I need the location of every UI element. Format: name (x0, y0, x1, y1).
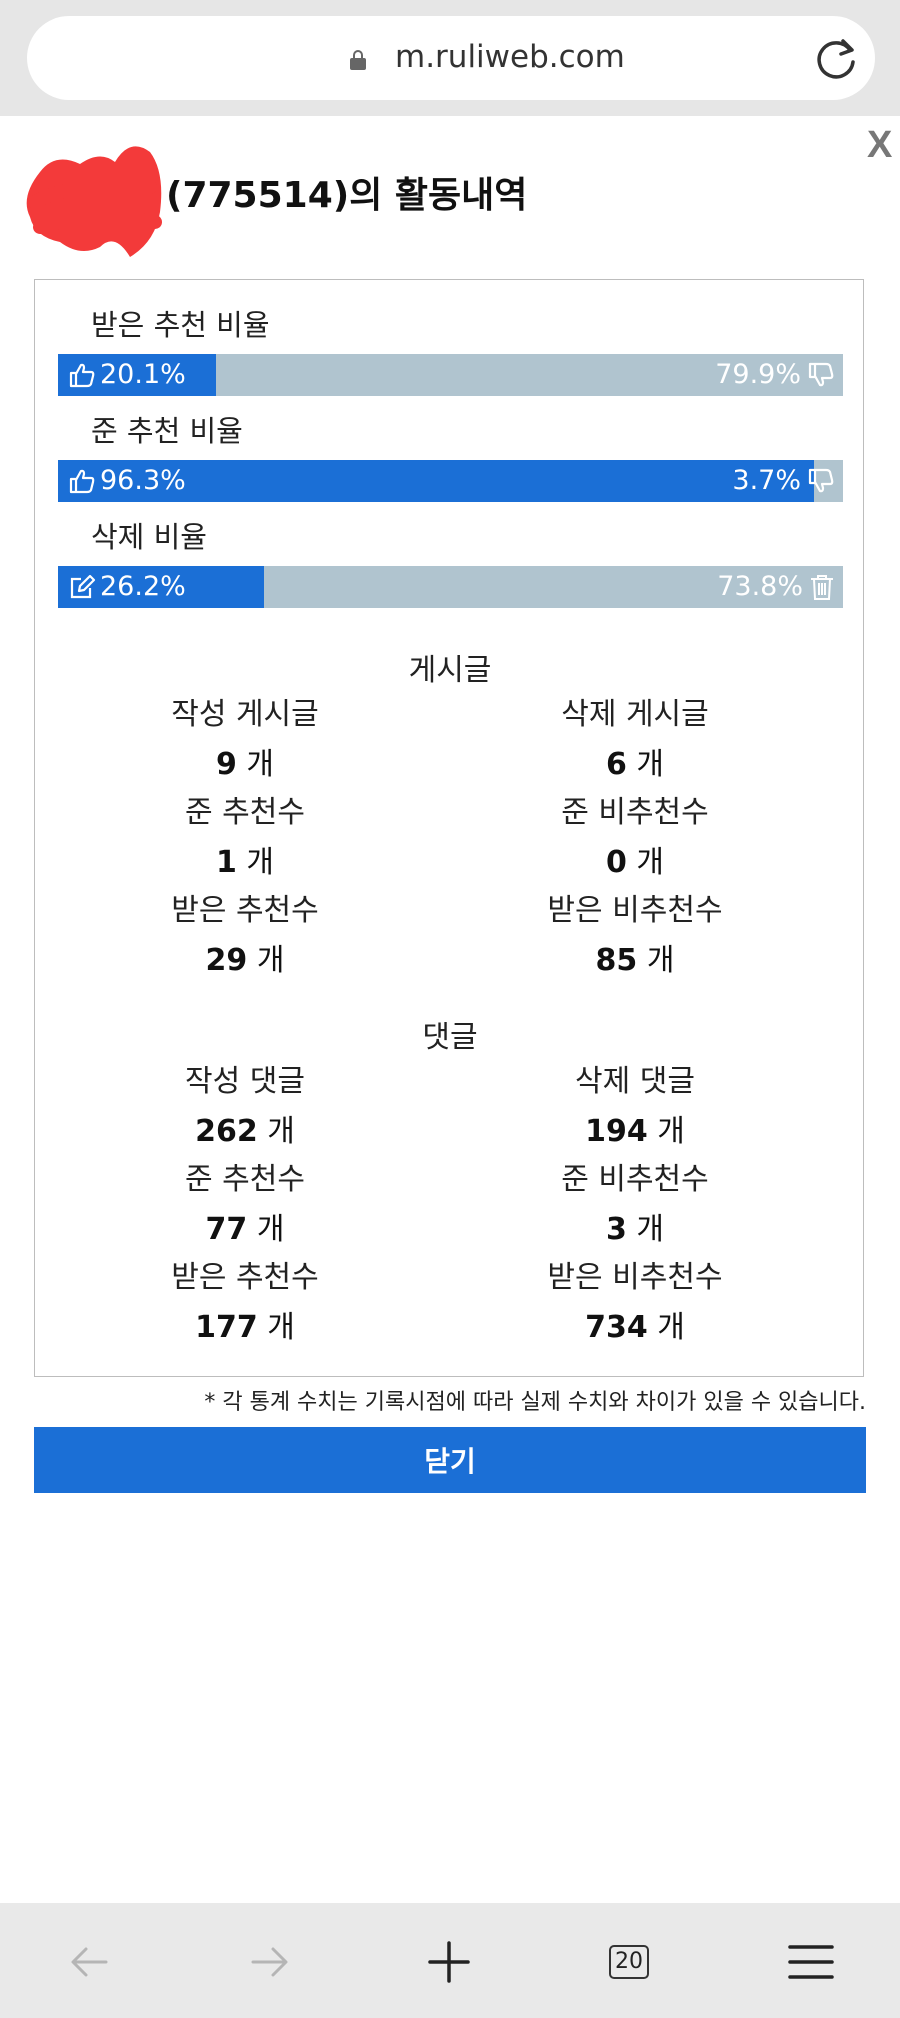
stat-label: 준 추천수 (185, 795, 305, 830)
stat-label: 작성 게시글 (171, 697, 319, 732)
stat-label: 삭제 게시글 (561, 697, 709, 732)
given-recommend-ratio-bar: 96.3% 3.7% (58, 460, 843, 502)
stat-value: 177 개 (195, 1310, 295, 1345)
ratio-left-value: 96.3% (100, 465, 186, 496)
ratio-right: 73.8% (717, 566, 835, 608)
thumbs-down-icon (808, 468, 834, 493)
forward-arrow-icon[interactable] (243, 1935, 297, 1989)
thumbs-up-icon (69, 469, 95, 494)
stat-given-not-recommend: 준 비추천수 0 개 (445, 788, 825, 888)
browser-toolbar (0, 1903, 900, 2018)
thumbs-down-icon (808, 362, 834, 387)
stat-label: 받은 추천수 (171, 893, 319, 928)
ratio-label: 준 추천 비율 (91, 414, 243, 448)
stat-label: 받은 비추천수 (547, 893, 723, 928)
stat-given-recommend: 준 추천수 1 개 (55, 788, 435, 888)
stat-value: 1 개 (215, 845, 275, 880)
redacted-username-scribble (26, 146, 162, 257)
stat-written-comments: 작성 댓글 262 개 (55, 1057, 435, 1157)
stat-value: 194 개 (585, 1114, 685, 1149)
menu-icon[interactable] (784, 1935, 838, 1989)
stat-value: 3 개 (605, 1212, 665, 1247)
stat-label: 받은 추천수 (171, 1260, 319, 1295)
stat-value: 85 개 (595, 943, 675, 978)
footnote: * 각 통계 수치는 기록시점에 따라 실제 수치와 차이가 있을 수 있습니다… (204, 1390, 866, 1415)
stat-written-posts: 작성 게시글 9 개 (55, 690, 435, 790)
stat-value: 6 개 (605, 747, 665, 782)
stat-deleted-posts: 삭제 게시글 6 개 (445, 690, 825, 790)
ratio-left-value: 20.1% (100, 359, 186, 390)
stat-received-not-recommend: 받은 비추천수 85 개 (445, 886, 825, 986)
comments-section-title: 댓글 (422, 1020, 478, 1055)
stat-label: 작성 댓글 (185, 1064, 305, 1099)
ratio-label: 삭제 비율 (91, 520, 207, 554)
ratio-left: 96.3% (68, 460, 186, 502)
stat-value: 29 개 (205, 943, 285, 978)
stat-value: 77 개 (205, 1212, 285, 1247)
lock-icon (350, 50, 366, 70)
received-recommend-ratio-bar: 20.1% 79.9% (58, 354, 843, 396)
page-title: (775514)의 활동내역 (166, 175, 528, 216)
posts-section-title: 게시글 (408, 653, 492, 688)
stat-comment-received-recommend: 받은 추천수 177 개 (55, 1253, 435, 1353)
ratio-left: 20.1% (68, 354, 186, 396)
close-x-button[interactable]: X (867, 120, 892, 170)
stat-value: 9 개 (215, 747, 275, 782)
stat-label: 받은 비추천수 (547, 1260, 723, 1295)
stat-comment-given-recommend: 준 추천수 77 개 (55, 1155, 435, 1255)
ratio-label: 받은 추천 비율 (91, 308, 270, 342)
activity-dialog: X (775514)의 활동내역 받은 추천 비율 20.1% 79.9% 준 … (0, 116, 900, 1903)
stats-panel: 받은 추천 비율 20.1% 79.9% 준 추천 비율 96.3% 3.7% (34, 279, 864, 1377)
tab-count-button[interactable]: 20 (609, 1945, 649, 1979)
url-text[interactable]: m.ruliweb.com (395, 35, 625, 79)
stat-label: 준 비추천수 (561, 1162, 709, 1197)
stat-label: 준 추천수 (185, 1162, 305, 1197)
ratio-right-value: 3.7% (732, 465, 801, 496)
close-button[interactable]: 닫기 (34, 1427, 866, 1493)
trash-icon (811, 575, 833, 600)
stat-value: 262 개 (195, 1114, 295, 1149)
thumbs-up-icon (69, 363, 95, 388)
stat-comment-given-not-recommend: 준 비추천수 3 개 (445, 1155, 825, 1255)
ratio-left: 26.2% (68, 566, 186, 608)
ratio-right: 79.9% (715, 354, 835, 396)
stat-deleted-comments: 삭제 댓글 194 개 (445, 1057, 825, 1157)
ratio-right-value: 79.9% (715, 359, 801, 390)
back-arrow-icon[interactable] (62, 1935, 116, 1989)
reload-icon[interactable] (813, 35, 859, 81)
delete-ratio-bar: 26.2% 73.8% (58, 566, 843, 608)
stat-received-recommend: 받은 추천수 29 개 (55, 886, 435, 986)
new-tab-plus-icon[interactable] (422, 1935, 476, 1989)
stat-label: 준 비추천수 (561, 795, 709, 830)
url-field[interactable]: m.ruliweb.com (27, 16, 875, 100)
ratio-right-value: 73.8% (717, 571, 803, 602)
browser-address-bar: m.ruliweb.com (0, 0, 900, 116)
stat-value: 0 개 (605, 845, 665, 880)
edit-icon (70, 574, 96, 599)
ratio-left-value: 26.2% (100, 571, 186, 602)
stat-comment-received-not-recommend: 받은 비추천수 734 개 (445, 1253, 825, 1353)
stat-value: 734 개 (585, 1310, 685, 1345)
ratio-right: 3.7% (732, 460, 835, 502)
stat-label: 삭제 댓글 (575, 1064, 695, 1099)
